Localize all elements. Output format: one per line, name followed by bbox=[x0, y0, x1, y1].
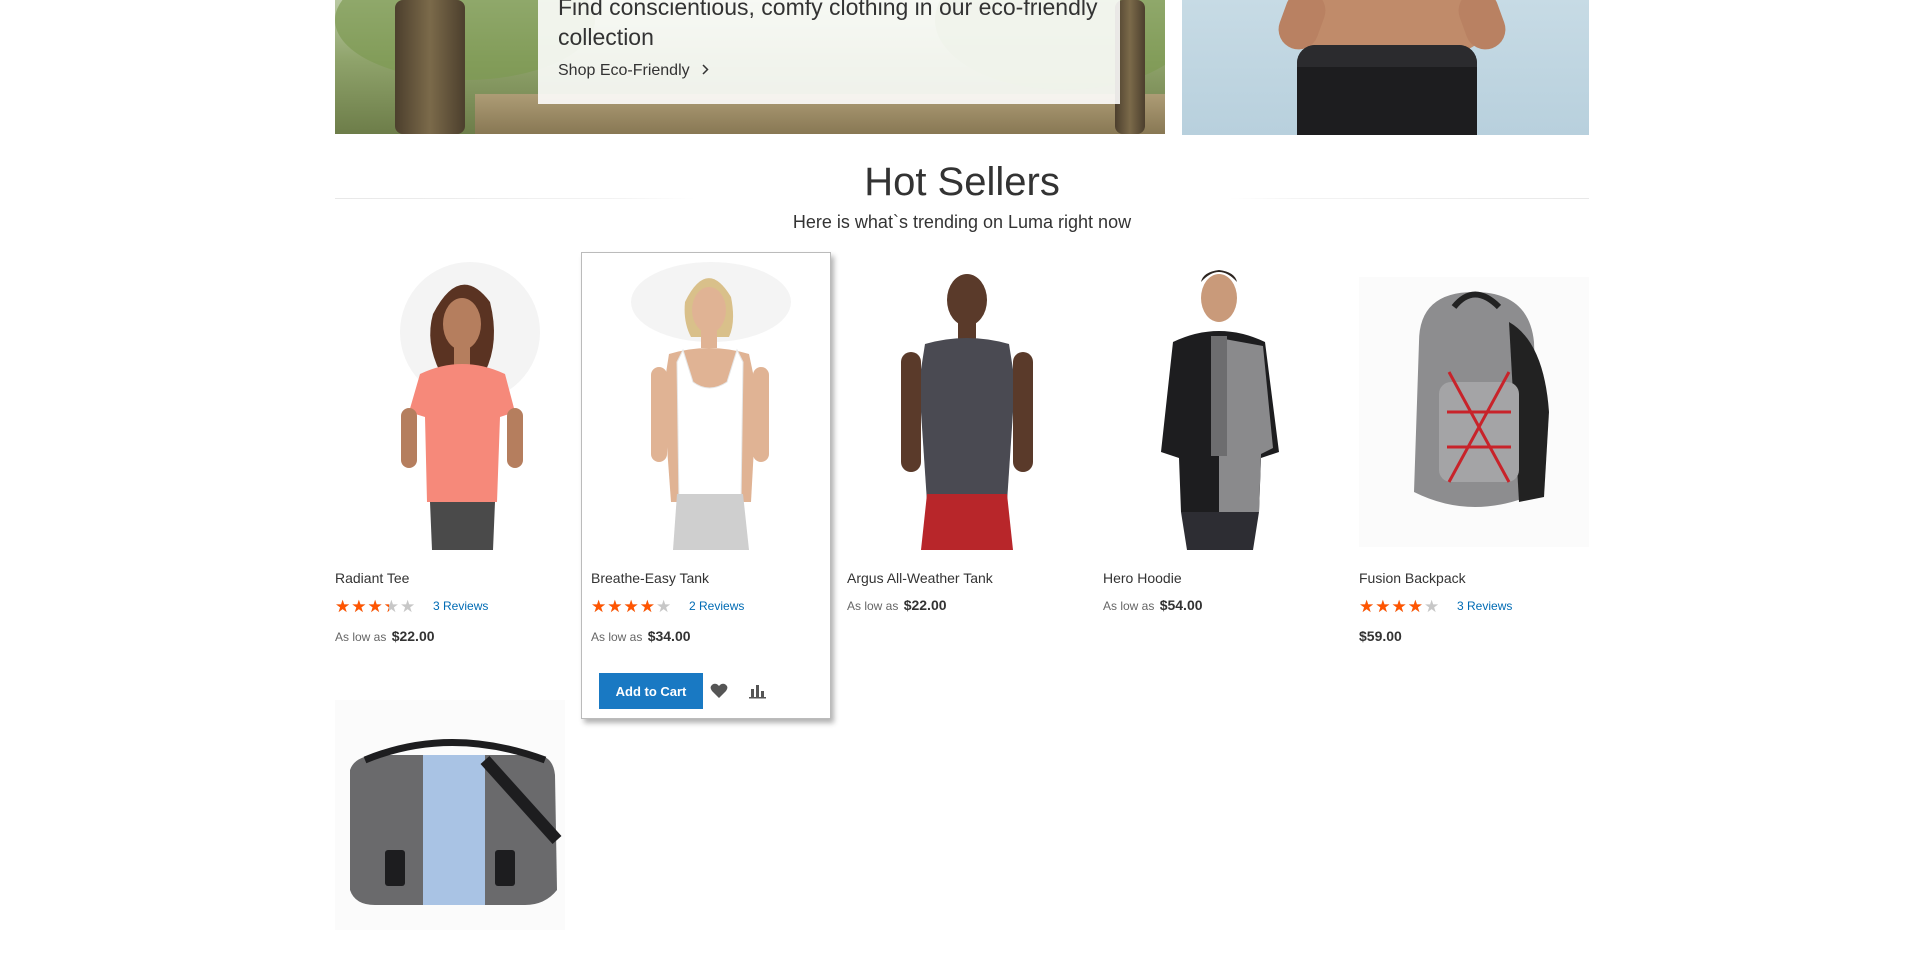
product-price: As low as $22.00 bbox=[847, 597, 947, 613]
price-prefix: As low as bbox=[591, 630, 643, 644]
page-content: Find conscientious, comfy clothing in ou… bbox=[335, 0, 1589, 955]
product-price: As low as $22.00 bbox=[335, 628, 435, 644]
hot-sellers-subtitle: Here is what`s trending on Luma right no… bbox=[792, 212, 1132, 232]
pants-promo-banner[interactable] bbox=[1182, 0, 1589, 135]
hot-sellers-title: Hot Sellers bbox=[864, 160, 1060, 204]
price-value: $22.00 bbox=[391, 628, 435, 644]
product-price: $59.00 bbox=[1359, 628, 1402, 644]
argus-all-weather-tank-photo[interactable] bbox=[847, 262, 1077, 550]
product-rating: ★★★★★★★★★★ 3 Reviews bbox=[335, 597, 488, 615]
radiant-tee-photo[interactable] bbox=[335, 262, 565, 550]
product-name-link[interactable]: Fusion Backpack bbox=[1359, 570, 1466, 586]
tree-trunk-graphic bbox=[395, 0, 465, 134]
rating-stars-icon: ★★★★★★★★★★ bbox=[591, 596, 673, 616]
add-to-cart-button[interactable]: Add to Cart bbox=[599, 673, 703, 709]
product-price: As low as $54.00 bbox=[1103, 597, 1203, 613]
leggings-waistband-graphic bbox=[1297, 45, 1477, 67]
product-rating: ★★★★★★★★★★ 2 Reviews bbox=[591, 597, 744, 615]
product-rating: ★★★★★★★★★★ 3 Reviews bbox=[1359, 597, 1512, 615]
product-price: As low as $34.00 bbox=[591, 628, 691, 644]
reviews-link[interactable]: 3 Reviews bbox=[1457, 599, 1512, 613]
price-value: $54.00 bbox=[1159, 597, 1203, 613]
breathe-easy-tank-photo[interactable] bbox=[591, 262, 821, 550]
shop-eco-friendly-link[interactable]: Shop Eco-Friendly bbox=[558, 62, 709, 80]
product-name-link[interactable]: Argus All-Weather Tank bbox=[847, 570, 993, 586]
product-name-link[interactable]: Radiant Tee bbox=[335, 570, 409, 586]
price-prefix: As low as bbox=[847, 599, 899, 613]
price-value: $59.00 bbox=[1359, 628, 1402, 644]
heart-icon[interactable] bbox=[708, 680, 730, 702]
eco-friendly-promo-banner[interactable]: Find conscientious, comfy clothing in ou… bbox=[335, 0, 1165, 134]
price-value: $34.00 bbox=[647, 628, 691, 644]
compare-bars-icon[interactable] bbox=[746, 680, 768, 702]
price-value: $22.00 bbox=[903, 597, 947, 613]
product-name-link[interactable]: Hero Hoodie bbox=[1103, 570, 1182, 586]
rating-stars-icon: ★★★★★★★★★★ bbox=[1359, 596, 1441, 616]
eco-promo-description: Find conscientious, comfy clothing in ou… bbox=[558, 0, 1098, 50]
shop-eco-friendly-label: Shop Eco-Friendly bbox=[558, 62, 690, 79]
product-name-link[interactable]: Breathe-Easy Tank bbox=[591, 570, 709, 586]
chevron-right-icon bbox=[702, 63, 709, 78]
eco-promo-content: Find conscientious, comfy clothing in ou… bbox=[538, 0, 1120, 104]
messenger-bag-photo[interactable] bbox=[335, 700, 565, 930]
hero-hoodie-photo[interactable] bbox=[1103, 262, 1333, 550]
reviews-link[interactable]: 2 Reviews bbox=[689, 599, 744, 613]
reviews-link[interactable]: 3 Reviews bbox=[433, 599, 488, 613]
fusion-backpack-photo[interactable] bbox=[1359, 262, 1589, 550]
rating-stars-icon: ★★★★★★★★★★ bbox=[335, 596, 417, 616]
price-prefix: As low as bbox=[1103, 599, 1155, 613]
price-prefix: As low as bbox=[335, 630, 387, 644]
